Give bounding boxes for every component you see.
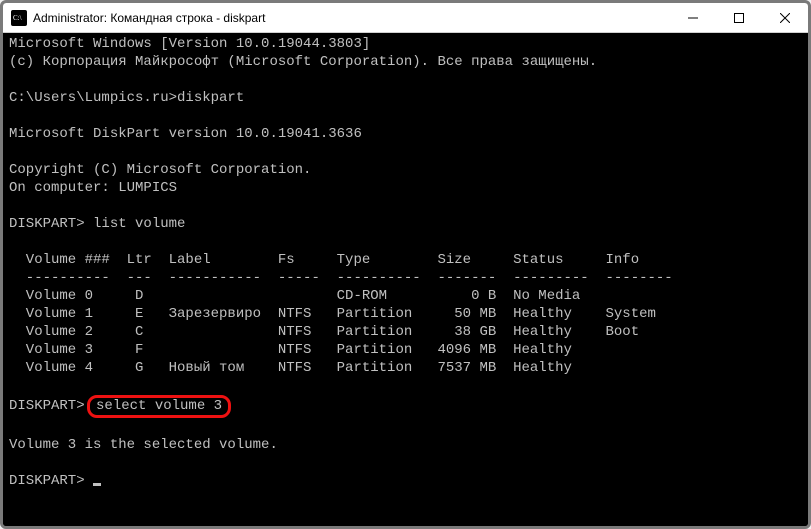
cursor: [93, 483, 101, 486]
window-title: Administrator: Командная строка - diskpa…: [33, 11, 670, 25]
svg-text:C:\: C:\: [13, 14, 22, 22]
volume-table-header: Volume ### Ltr Label Fs Type Size Status…: [9, 252, 639, 268]
minimize-button[interactable]: [670, 3, 716, 33]
highlighted-command: select volume 3: [87, 395, 231, 418]
table-row: Volume 0 D CD-ROM 0 B No Media: [9, 288, 580, 304]
titlebar[interactable]: C:\ Administrator: Командная строка - di…: [3, 3, 808, 33]
table-row: Volume 2 C NTFS Partition 38 GB Healthy …: [9, 324, 639, 340]
terminal-output[interactable]: Microsoft Windows [Version 10.0.19044.38…: [3, 33, 808, 526]
close-button[interactable]: [762, 3, 808, 33]
volume-table-divider: ---------- --- ----------- ----- -------…: [9, 270, 673, 286]
diskpart-prompt: DISKPART>: [9, 473, 93, 489]
table-row: Volume 1 E Зарезервиро NTFS Partition 50…: [9, 306, 656, 322]
maximize-button[interactable]: [716, 3, 762, 33]
cmd-icon: C:\: [11, 10, 27, 26]
diskpart-prompt: DISKPART>: [9, 398, 93, 414]
table-row: Volume 3 F NTFS Partition 4096 MB Health…: [9, 342, 572, 358]
cmd-window: C:\ Administrator: Командная строка - di…: [0, 0, 811, 529]
command-response: Volume 3 is the selected volume.: [9, 437, 278, 453]
terminal-header-block: Microsoft Windows [Version 10.0.19044.38…: [9, 36, 597, 232]
table-row: Volume 4 G Новый том NTFS Partition 7537…: [9, 360, 572, 376]
